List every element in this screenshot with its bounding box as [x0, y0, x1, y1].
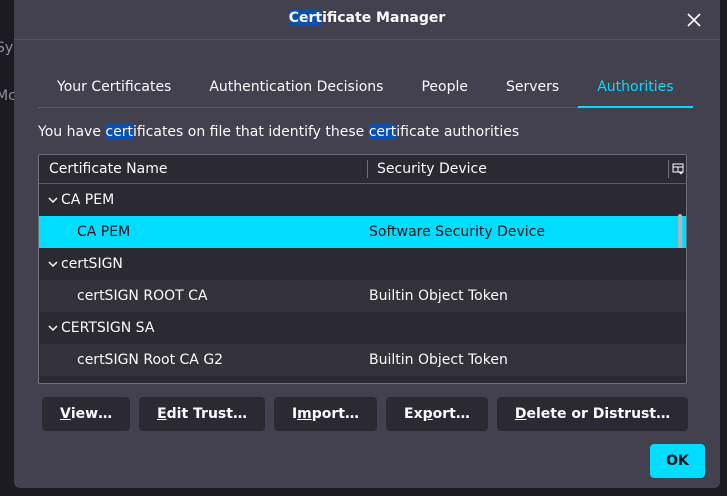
edit-trust-button[interactable]: Edit Trust…: [139, 397, 265, 431]
intro-part: ificates on file that identify these: [132, 124, 369, 140]
close-button[interactable]: [682, 8, 706, 32]
cert-device: Builtin Object Token: [369, 352, 508, 368]
view-button[interactable]: View…: [42, 397, 131, 431]
background-window: Sy Mc: [0, 0, 16, 496]
button-label: Ex: [404, 406, 423, 422]
column-picker-icon: [672, 163, 683, 175]
button-label: elete or Distrust…: [526, 406, 671, 422]
accesskey: p: [422, 406, 433, 422]
tab-your-certificates[interactable]: Your Certificates: [38, 70, 190, 108]
cert-name: CA PEM: [77, 224, 131, 240]
tree-group-row[interactable]: certSIGN: [39, 248, 686, 280]
column-header-certificate-name[interactable]: Certificate Name: [39, 160, 368, 178]
title-text: ificate Manager: [322, 10, 446, 26]
tab-servers[interactable]: Servers: [487, 70, 578, 108]
cert-name: certSIGN Root CA G2: [77, 352, 224, 368]
column-picker-button[interactable]: [668, 160, 686, 178]
certificate-manager-dialog: Certificate Manager Your Certificates Au…: [14, 0, 720, 488]
import-button[interactable]: Im port…: [273, 397, 378, 431]
titlebar: Certificate Manager: [14, 0, 720, 40]
button-label: ort…: [432, 406, 470, 422]
accesskey: D: [514, 406, 527, 422]
background-text: Sy: [0, 40, 14, 56]
button-label: port…: [311, 406, 360, 422]
accesskey: m: [297, 406, 312, 422]
cert-device: Builtin Object Token: [369, 288, 508, 304]
tab-authorities[interactable]: Authorities: [578, 70, 693, 108]
tree-rows: CA PEM CA PEM Software Security Device c…: [39, 184, 686, 376]
tree-row-selected[interactable]: CA PEM Software Security Device: [39, 216, 686, 248]
tree-group-row[interactable]: CERTSIGN SA: [39, 312, 686, 344]
group-name: CA PEM: [61, 192, 115, 208]
chevron-down-icon[interactable]: [45, 256, 61, 272]
group-name: CERTSIGN SA: [61, 320, 155, 336]
tree-scrollbar-thumb[interactable]: [678, 214, 682, 248]
button-label: dit Trust…: [166, 406, 247, 422]
cert-device: Software Security Device: [369, 224, 545, 240]
tree-row[interactable]: certSIGN ROOT CA Builtin Object Token: [39, 280, 686, 312]
intro-find-highlight: cert: [105, 124, 133, 140]
chevron-down-icon[interactable]: [45, 320, 61, 336]
accesskey: E: [157, 406, 167, 422]
tab-bar: Your Certificates Authentication Decisio…: [38, 70, 693, 108]
chevron-down-icon[interactable]: [45, 192, 61, 208]
action-buttons: View… Edit Trust… Im port… Ex p ort… Delete…: [42, 397, 689, 431]
tree-row[interactable]: certSIGN Root CA G2 Builtin Object Token: [39, 344, 686, 376]
accesskey: V: [60, 406, 71, 422]
group-name: certSIGN: [61, 256, 123, 272]
intro-find-highlight: cert: [368, 124, 397, 140]
close-icon: [687, 13, 701, 27]
tab-authentication-decisions[interactable]: Authentication Decisions: [190, 70, 402, 108]
button-label: iew…: [70, 406, 113, 422]
ok-button[interactable]: OK: [650, 444, 705, 478]
intro-text: You have certificates on file that ident…: [38, 124, 519, 140]
dialog-title: Certificate Manager: [14, 10, 720, 26]
intro-part: You have: [38, 124, 106, 140]
export-button[interactable]: Ex p ort…: [386, 397, 488, 431]
tree-group-row[interactable]: CA PEM: [39, 184, 686, 216]
column-header-security-device[interactable]: Security Device: [368, 160, 668, 178]
tree-header: Certificate Name Security Device: [39, 155, 686, 184]
authorities-tree[interactable]: Certificate Name Security Device CA PEM …: [38, 154, 687, 384]
tab-people[interactable]: People: [402, 70, 487, 108]
intro-part: ificate authorities: [396, 124, 520, 140]
cert-name: certSIGN ROOT CA: [77, 288, 208, 304]
delete-or-distrust-button[interactable]: Delete or Distrust…: [496, 397, 689, 431]
title-find-highlight: Cert: [288, 10, 323, 26]
